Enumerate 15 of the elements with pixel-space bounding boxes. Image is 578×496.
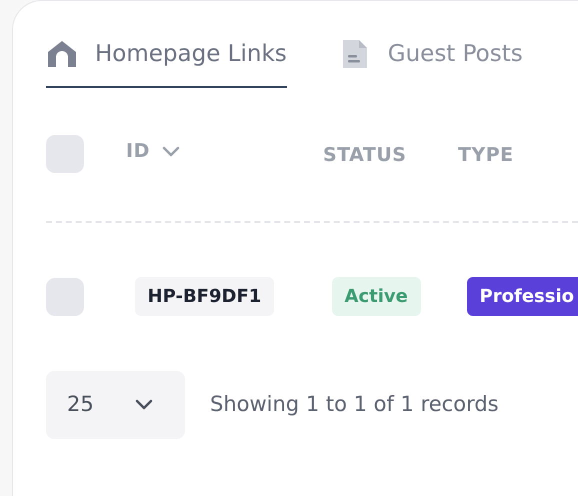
column-header: STATUS bbox=[323, 142, 406, 168]
tab[interactable]: Guest Posts bbox=[338, 37, 523, 88]
column-header[interactable]: ID bbox=[126, 136, 150, 166]
column-header: TYPE bbox=[458, 142, 514, 168]
records-summary: Showing 1 to 1 of 1 records bbox=[210, 390, 499, 418]
home-icon bbox=[46, 39, 78, 70]
tab[interactable]: Homepage Links bbox=[46, 37, 287, 88]
id-badge: HP-BF9DF1 bbox=[134, 277, 274, 316]
checkbox[interactable] bbox=[46, 278, 84, 316]
checkbox[interactable] bbox=[46, 135, 84, 173]
chevron-down-icon bbox=[135, 399, 153, 410]
page-size-select[interactable]: 25 bbox=[46, 370, 185, 438]
status-badge: Active bbox=[332, 277, 421, 316]
chevron-down-icon bbox=[162, 146, 180, 156]
type-badge: Professio bbox=[466, 277, 578, 316]
